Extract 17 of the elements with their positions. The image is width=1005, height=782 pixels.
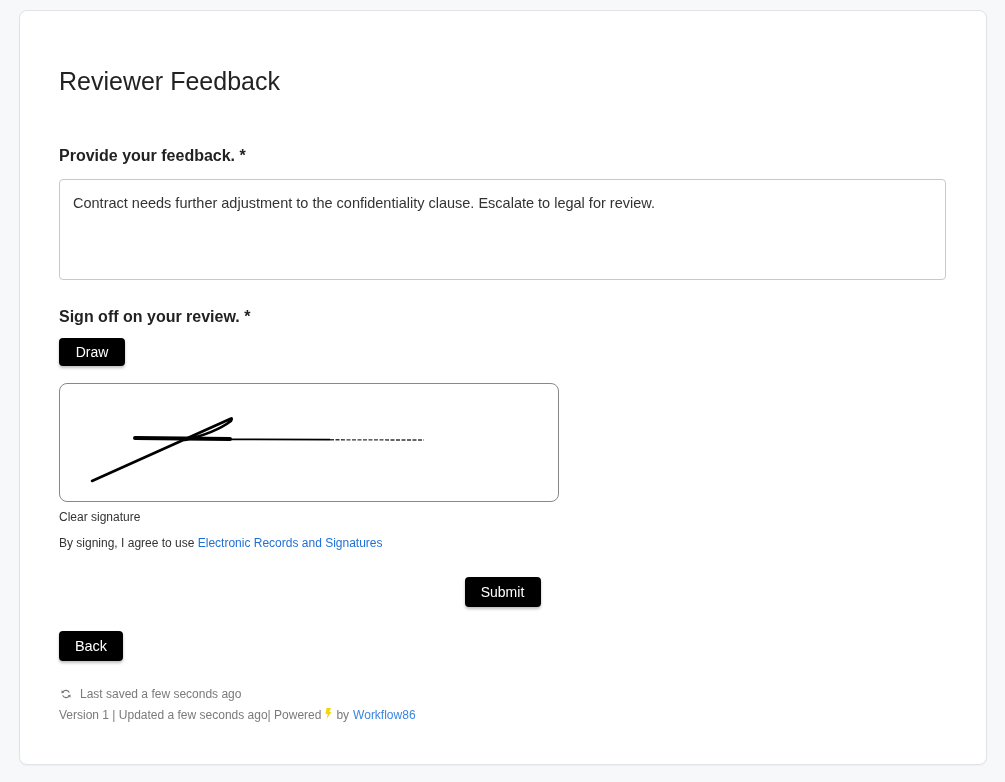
submit-button[interactable]: Submit: [464, 577, 541, 607]
last-saved-text: Last saved a few seconds ago: [80, 686, 242, 702]
feedback-field[interactable]: Contract needs further adjustment to the confidentiality clause. Escalate to legal for review.: [59, 179, 946, 280]
records-link[interactable]: Electronic Records and Signatures: [197, 536, 383, 550]
workflow86-link[interactable]: Workflow86: [353, 707, 416, 723]
signature-label: Sign off on your review. *: [59, 307, 251, 327]
page-title: Reviewer Feedback: [59, 66, 280, 96]
signature-pad[interactable]: [59, 383, 559, 502]
consent-text: By signing, I agree to use Electronic Records and Signatures: [59, 535, 383, 551]
version-text: Version 1 | Updated a few seconds ago| Powered: [59, 707, 322, 723]
by-text: by: [336, 707, 350, 723]
draw-button[interactable]: Draw: [59, 338, 125, 366]
feedback-label: Provide your feedback. *: [59, 146, 246, 166]
lightning-icon: [325, 707, 333, 719]
back-button[interactable]: Back: [59, 631, 123, 661]
clear-signature-link[interactable]: Clear signature: [59, 509, 141, 525]
refresh-icon: [61, 689, 71, 699]
